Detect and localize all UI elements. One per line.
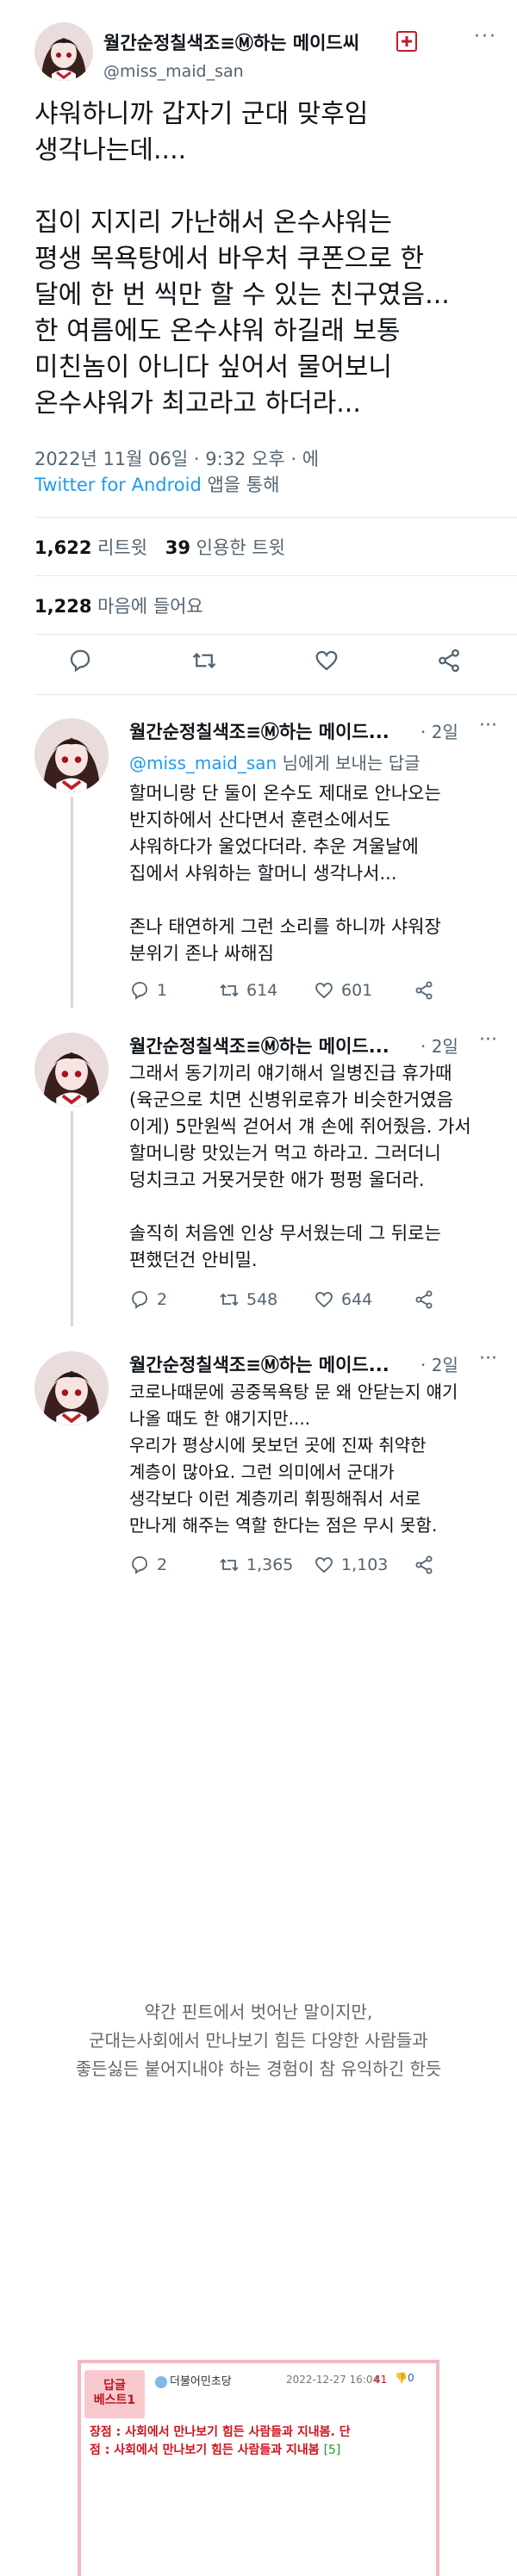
client-suffix: 앱을 통해 — [201, 475, 280, 495]
retweet-stats[interactable]: 1,622 리트윗 39 인용한 트윗 — [34, 534, 285, 560]
tweet-timestamp[interactable]: 2022년 11월 06일 · 9:32 오후 · 에 — [34, 446, 500, 472]
quote-label: 인용한 트윗 — [190, 537, 285, 558]
share-icon — [415, 1290, 433, 1309]
user-level-icon — [155, 2375, 167, 2388]
like-button[interactable]: 601 — [314, 980, 372, 1001]
down-count: 0 — [407, 2372, 414, 2384]
nickname-text: 더불어민초당 — [170, 2375, 232, 2388]
like-count: 1,103 — [341, 1555, 389, 1574]
reply-time[interactable]: · 2일 — [420, 1351, 458, 1376]
more-options-icon[interactable]: ··· — [474, 26, 497, 47]
share-icon — [415, 981, 433, 1000]
reply-icon — [132, 1556, 147, 1574]
retweet-button[interactable]: 1,365 — [219, 1555, 293, 1575]
like-count: 1,228 — [34, 596, 92, 617]
caption-text: 약간 핀트에서 벗어난 말이지만, 군대는사회에서 만나보기 힘든 다양한 사람… — [75, 2002, 442, 2079]
avatar[interactable] — [34, 22, 93, 81]
reply-button[interactable]: 1 — [129, 980, 167, 1001]
reply-button[interactable]: 2 — [129, 1555, 167, 1575]
like-icon — [315, 1292, 333, 1308]
like-button[interactable]: 1,103 — [314, 1555, 388, 1575]
more-options-icon[interactable]: ··· — [479, 1348, 497, 1369]
avatar[interactable] — [34, 1033, 109, 1107]
comment-date: 2022-12-27 16:04 — [286, 2374, 380, 2386]
retweet-button[interactable]: 614 — [219, 980, 277, 1001]
thumbs-down-icon[interactable]: 👎0 — [395, 2372, 414, 2384]
divider — [34, 575, 517, 576]
avatar[interactable] — [34, 718, 109, 792]
more-options-icon[interactable]: ··· — [479, 715, 497, 736]
special-badge-icon — [396, 31, 417, 52]
best-comments-board: 답글 베스트1 더불어민초당 2022-12-27 16:04 41 👎0 장점… — [78, 2360, 439, 2576]
best-badge: 답글 베스트1 — [84, 2370, 145, 2418]
reply-body: 그래서 동기끼리 얘기해서 일병진급 휴가때 (육군으로 치면 신병위로휴가 비… — [129, 1063, 471, 1270]
retweet-icon[interactable] — [191, 648, 217, 673]
display-name[interactable]: 월간순정칠색조≡Ⓜ하는 메이드씨 — [103, 29, 359, 55]
like-count: 601 — [341, 981, 373, 1000]
like-icon[interactable] — [314, 648, 339, 673]
like-stats[interactable]: 1,228 마음에 들어요 — [34, 593, 203, 618]
client-link[interactable]: Twitter for Android — [34, 475, 202, 495]
reply-button[interactable]: 2 — [129, 1289, 167, 1310]
like-icon — [315, 983, 333, 999]
reply-icon[interactable] — [67, 648, 93, 673]
reply-body: 코로나때문에 공중목욕탕 문 왜 안닫는지 얘기 나올 때도 한 얘기지만...… — [129, 1381, 458, 1536]
handle[interactable]: @miss_maid_san — [103, 62, 244, 81]
avatar[interactable] — [34, 1351, 109, 1425]
divider — [34, 694, 517, 695]
reply-tweet[interactable]: 월간순정칠색조≡Ⓜ하는 메이드... · 2일 ··· 그래서 동기끼리 얘기해… — [0, 1021, 517, 1331]
reply-actions: 1 614 601 — [129, 980, 500, 1006]
share-button[interactable] — [414, 980, 434, 1001]
share-icon[interactable] — [436, 648, 462, 673]
retweet-count: 548 — [246, 1290, 278, 1309]
reply-to-handle[interactable]: @miss_maid_san — [129, 753, 277, 773]
retweet-count: 614 — [246, 981, 278, 1000]
like-label: 마음에 들어요 — [91, 596, 203, 617]
reply-tweet[interactable]: 월간순정칠색조≡Ⓜ하는 메이드... · 2일 ··· 코로나때문에 공중목욕탕… — [0, 1339, 517, 1623]
retweet-icon — [220, 1558, 239, 1572]
reply-icon — [132, 982, 147, 1000]
reply-to-line: @miss_maid_san 님에게 보내는 답글 — [129, 749, 420, 774]
share-button[interactable] — [414, 1289, 434, 1310]
reply-actions: 2 548 644 — [129, 1289, 500, 1315]
retweet-icon — [220, 1293, 239, 1307]
divider — [34, 634, 517, 635]
reply-count: 2 — [157, 1290, 168, 1309]
comment-up-count: 41 — [374, 2374, 388, 2386]
share-icon — [415, 1555, 433, 1574]
retweet-label: 리트윗 — [91, 537, 148, 558]
reply-author-name[interactable]: 월간순정칠색조≡Ⓜ하는 메이드... — [129, 1351, 389, 1377]
reply-count: 1 — [157, 981, 168, 1000]
tweet-body: 샤워하니까 갑자기 군대 맞후임 생각나는데.... 집이 지지리 가난해서 온… — [34, 96, 500, 422]
like-icon — [315, 1557, 333, 1574]
reply-body: 할머니랑 단 둘이 온수도 제대로 안나오는 반지하에서 산다면서 훈련소에서도… — [129, 783, 441, 964]
comment-nickname[interactable]: 더불어민초당 — [155, 2372, 232, 2388]
retweet-icon — [220, 984, 239, 997]
like-button[interactable]: 644 — [314, 1289, 372, 1310]
retweet-count: 1,622 — [34, 537, 92, 558]
comment-text: 장점 : 사회에서 만나보기 힘든 사람들과 지내봄. 단 점 : 사회에서 만… — [90, 2425, 351, 2457]
like-count: 644 — [341, 1290, 373, 1309]
quote-count: 39 — [165, 537, 190, 558]
reply-count: 2 — [157, 1555, 168, 1574]
retweet-count: 1,365 — [246, 1555, 294, 1574]
reply-tweet[interactable]: 월간순정칠색조≡Ⓜ하는 메이드... · 2일 ··· @miss_maid_s… — [0, 706, 517, 1016]
main-tweet: 월간순정칠색조≡Ⓜ하는 메이드씨 @miss_maid_san ··· 샤워하니… — [0, 0, 517, 673]
reply-num: [5] — [323, 2443, 341, 2457]
reply-time[interactable]: · 2일 — [420, 1033, 458, 1058]
reply-actions: 2 1,365 1,103 — [129, 1555, 500, 1580]
tweet-text-part-1: 샤워하니까 갑자기 군대 맞후임 생각나는데.... — [34, 99, 369, 165]
reply-icon — [132, 1291, 147, 1309]
more-options-icon[interactable]: ··· — [479, 1029, 497, 1051]
retweet-button[interactable]: 548 — [219, 1289, 277, 1310]
reply-to-suffix: 님에게 보내는 답글 — [277, 753, 420, 773]
reply-author-name[interactable]: 월간순정칠색조≡Ⓜ하는 메이드... — [129, 718, 389, 744]
divider — [34, 517, 517, 518]
reply-time[interactable]: · 2일 — [420, 718, 458, 743]
share-button[interactable] — [414, 1555, 434, 1575]
reply-author-name[interactable]: 월간순정칠색조≡Ⓜ하는 메이드... — [129, 1033, 389, 1058]
tweet-meta: 2022년 11월 06일 · 9:32 오후 · 에 Twitter for … — [34, 446, 500, 498]
tweet-text-part-2: 집이 지지리 가난해서 온수샤워는 평생 목욕탕에서 바우처 쿠폰으로 한 달에… — [34, 208, 450, 419]
